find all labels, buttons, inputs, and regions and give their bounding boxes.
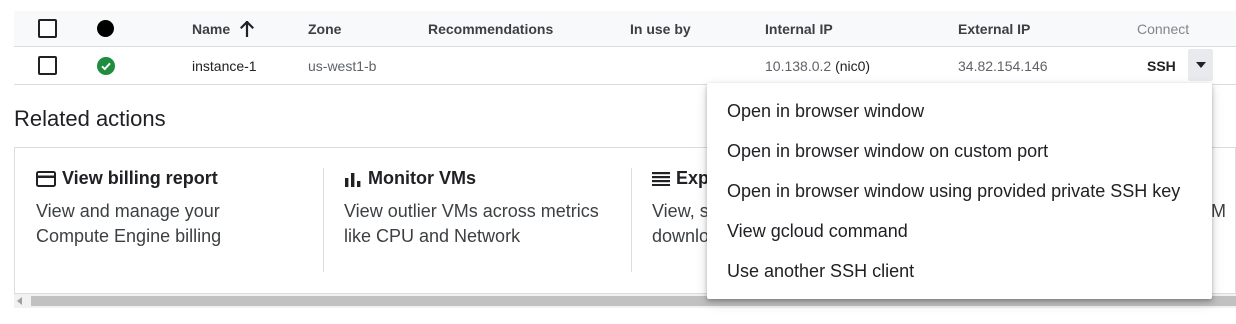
card-monitor-description: View outlier VMs across metrics like CPU…	[344, 201, 599, 246]
card-export-title-label: Exp	[676, 168, 710, 188]
status-column-icon	[97, 20, 114, 37]
row-status-cell	[97, 47, 115, 84]
card-partial-description: M	[1211, 201, 1226, 221]
menu-item-view-gcloud-command[interactable]: View gcloud command	[707, 211, 1212, 251]
instance-internal-ip: 10.138.0.2 (nic0)	[765, 47, 870, 84]
card-billing-description: View and manage your Compute Engine bill…	[36, 201, 222, 246]
column-header-in-use-by[interactable]: In use by	[630, 11, 691, 46]
bar-chart-icon	[344, 171, 362, 187]
internal-ip-nic-link[interactable]: (nic0)	[835, 58, 870, 74]
column-header-internal-ip[interactable]: Internal IP	[765, 11, 833, 46]
menu-item-another-ssh-client[interactable]: Use another SSH client	[707, 251, 1212, 291]
card-export-title[interactable]: Exp	[652, 168, 709, 189]
status-header-cell	[97, 11, 114, 46]
card-divider	[631, 168, 632, 272]
card-billing-title-label: View billing report	[62, 168, 218, 188]
card-partial[interactable]: M	[1211, 148, 1235, 293]
column-header-external-ip[interactable]: External IP	[958, 11, 1030, 46]
card-billing-report[interactable]: View billing report View and manage your…	[36, 148, 326, 293]
row-select-cell	[38, 47, 57, 84]
instance-name-link[interactable]: instance-1	[192, 47, 257, 84]
list-icon	[652, 171, 670, 186]
card-monitor-title-label: Monitor VMs	[368, 168, 476, 188]
card-export-description: View, s downlo	[652, 199, 712, 249]
status-running-check-icon	[97, 56, 115, 75]
card-export[interactable]: Exp View, s downlo	[652, 148, 712, 293]
related-actions-heading: Related actions	[14, 106, 166, 131]
column-header-recommendations[interactable]: Recommendations	[428, 11, 553, 46]
card-divider	[323, 168, 324, 272]
menu-item-open-browser-custom-port[interactable]: Open in browser window on custom port	[707, 131, 1212, 171]
caret-down-icon	[1195, 62, 1206, 68]
card-monitor-title[interactable]: Monitor VMs	[344, 168, 476, 189]
table-header-row: Name Zone Recommendations In use by Inte…	[14, 11, 1236, 47]
column-header-connect: Connect	[1137, 20, 1190, 37]
ssh-button[interactable]: SSH	[1147, 47, 1176, 84]
ssh-options-menu: Open in browser window Open in browser w…	[707, 83, 1212, 299]
credit-card-icon	[36, 170, 56, 187]
ssh-dropdown-button[interactable]	[1188, 49, 1213, 81]
select-all-cell	[38, 11, 57, 46]
row-checkbox[interactable]	[38, 56, 57, 75]
column-header-zone[interactable]: Zone	[308, 11, 341, 46]
select-all-checkbox[interactable]	[38, 19, 57, 38]
menu-item-open-browser-window[interactable]: Open in browser window	[707, 91, 1212, 131]
scroll-left-arrow-icon[interactable]	[17, 297, 22, 305]
sort-ascending-icon[interactable]	[240, 20, 255, 37]
table-row: instance-1 us-west1-b 10.138.0.2 (nic0) …	[14, 47, 1236, 85]
column-header-name[interactable]: Name	[192, 11, 255, 46]
vm-instances-table: Name Zone Recommendations In use by Inte…	[14, 11, 1236, 85]
card-billing-title[interactable]: View billing report	[36, 168, 218, 189]
card-export-desc-line-1: View, s	[652, 201, 709, 221]
instance-zone: us-west1-b	[308, 57, 377, 74]
internal-ip-value: 10.138.0.2	[765, 57, 832, 74]
column-header-name-label: Name	[192, 20, 231, 37]
card-monitor-vms[interactable]: Monitor VMs View outlier VMs across metr…	[344, 148, 634, 293]
card-export-desc-line-2: downlo	[652, 226, 710, 246]
menu-item-open-browser-private-key[interactable]: Open in browser window using provided pr…	[707, 171, 1212, 211]
instance-external-ip[interactable]: 34.82.154.146	[958, 47, 1048, 84]
